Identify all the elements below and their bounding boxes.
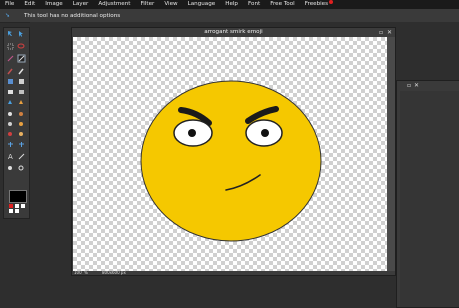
redeye-tool-icon[interactable] bbox=[8, 132, 12, 136]
select-tool-icon[interactable] bbox=[19, 31, 23, 37]
dodge-tool-icon[interactable] bbox=[8, 112, 12, 116]
sponge-tool-icon[interactable] bbox=[8, 122, 12, 126]
pencil-tool-icon[interactable] bbox=[7, 68, 13, 75]
document-minimize-icon[interactable]: ▫ bbox=[379, 29, 383, 36]
panel-close-icon[interactable]: ✕ bbox=[414, 82, 419, 89]
current-tool-icon: ➘ bbox=[5, 12, 11, 19]
zoom-tool-icon[interactable] bbox=[18, 165, 24, 171]
menu-edit[interactable]: Edit bbox=[19, 0, 40, 9]
color-swatches bbox=[7, 188, 27, 214]
blur-tool-icon[interactable] bbox=[8, 100, 12, 104]
document-title: arrogant smirk emoji bbox=[204, 29, 263, 35]
menu-language[interactable]: Language bbox=[183, 0, 221, 9]
gradient-tool-icon[interactable] bbox=[8, 79, 13, 84]
panel-minimize-icon[interactable]: ▫ bbox=[407, 82, 411, 89]
canvas[interactable] bbox=[73, 37, 387, 271]
document-close-icon[interactable]: ✕ bbox=[387, 29, 392, 36]
menu-bar: File Edit Image Layer Adjustment Filter … bbox=[0, 0, 459, 9]
lasso-tool-icon[interactable] bbox=[17, 43, 25, 49]
document-window: arrogant smirk emoji ▫ ✕ 100 % 800x600 p… bbox=[71, 27, 396, 276]
tools-panel: A bbox=[3, 27, 30, 219]
new-badge bbox=[329, 0, 334, 4]
wand-tool-icon[interactable] bbox=[7, 55, 14, 62]
options-bar: ➘ This tool has no additional options bbox=[0, 9, 459, 23]
background-color-swatch[interactable] bbox=[15, 204, 19, 208]
foreground-color-swatch[interactable] bbox=[9, 190, 27, 203]
pan-tool-icon[interactable] bbox=[8, 142, 13, 147]
sharpen-tool-icon[interactable] bbox=[19, 100, 23, 104]
menu-file[interactable]: File bbox=[0, 0, 19, 9]
default-colors-swatch[interactable] bbox=[9, 209, 13, 213]
menu-font[interactable]: Font bbox=[243, 0, 265, 9]
move-tool-icon[interactable] bbox=[8, 31, 12, 36]
status-bar: 100 % 800x600 px bbox=[72, 270, 395, 275]
zoom-unit: % bbox=[84, 270, 88, 275]
spot-heal-tool-icon[interactable] bbox=[19, 132, 23, 136]
left-pupil bbox=[188, 129, 196, 137]
menu-filter[interactable]: Filter bbox=[135, 0, 159, 9]
quick-mask-swatch[interactable] bbox=[15, 209, 19, 213]
marquee-tool-icon[interactable] bbox=[7, 43, 14, 50]
crop-tool-icon[interactable] bbox=[17, 54, 26, 63]
brush-tool-icon[interactable] bbox=[18, 68, 24, 75]
smudge-tool-icon[interactable] bbox=[19, 122, 23, 126]
svg-text:A: A bbox=[8, 153, 13, 161]
menu-help[interactable]: Help bbox=[220, 0, 243, 9]
hand-tool-icon[interactable] bbox=[8, 166, 12, 170]
right-pupil bbox=[261, 129, 269, 137]
zoom-value[interactable]: 100 bbox=[74, 270, 82, 275]
burn-tool-icon[interactable] bbox=[19, 112, 23, 116]
picker-tool-icon[interactable] bbox=[18, 153, 25, 160]
menu-layer[interactable]: Layer bbox=[68, 0, 94, 9]
layers-panel: ▫ ✕ bbox=[396, 80, 459, 308]
eraser-tool-icon[interactable] bbox=[8, 90, 13, 94]
text-tool-icon[interactable]: A bbox=[8, 153, 13, 161]
menu-freebies[interactable]: Freebies bbox=[300, 0, 338, 9]
image-dimensions: 800x600 px bbox=[102, 270, 126, 275]
vertical-scrollbar[interactable] bbox=[387, 37, 395, 271]
stamp-tool-icon[interactable] bbox=[19, 90, 24, 94]
swap-colors-swatch[interactable] bbox=[21, 204, 25, 208]
menu-image[interactable]: Image bbox=[40, 0, 68, 9]
color-replace-tool-icon[interactable] bbox=[19, 142, 24, 147]
options-message: This tool has no additional options bbox=[24, 12, 121, 19]
menu-adjustment[interactable]: Adjustment bbox=[93, 0, 135, 9]
menu-view[interactable]: View bbox=[159, 0, 182, 9]
layers-panel-body bbox=[400, 91, 459, 307]
accent-color-swatch[interactable] bbox=[9, 204, 13, 208]
emoji-image bbox=[140, 80, 322, 242]
fill-tool-icon[interactable] bbox=[19, 79, 24, 84]
tools-grid: A bbox=[7, 31, 26, 171]
emoji-face bbox=[140, 80, 322, 242]
menu-free-tool[interactable]: Free Tool bbox=[265, 0, 300, 9]
menu-freebies-label: Freebies bbox=[304, 1, 329, 7]
